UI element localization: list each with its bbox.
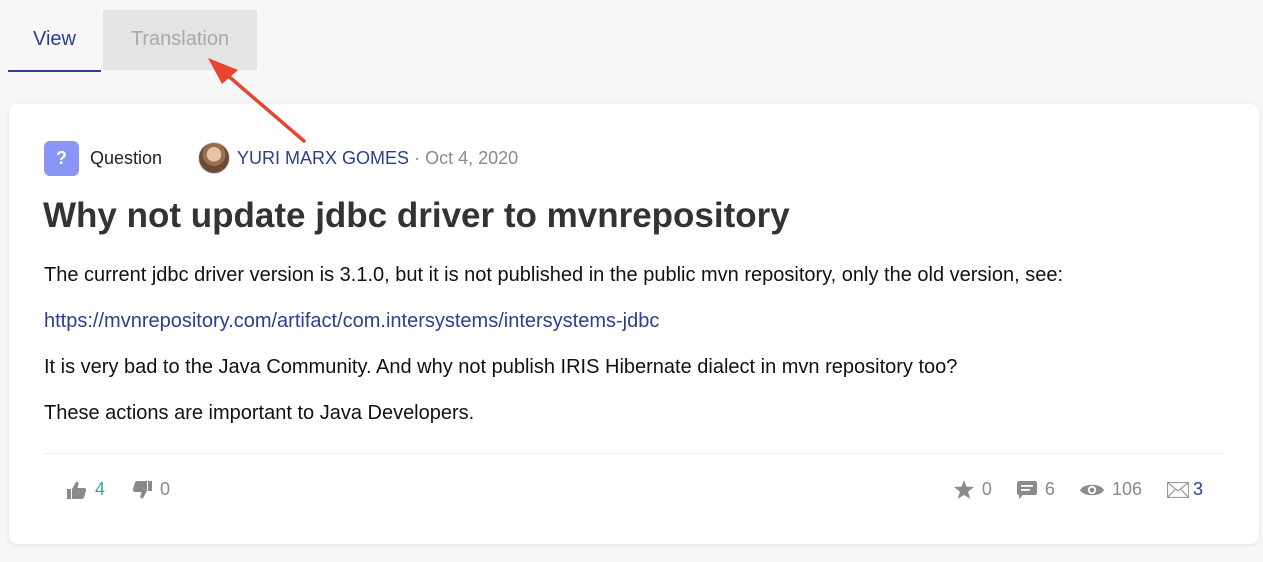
bookmark-count: 0 <box>981 479 992 499</box>
like-button[interactable]: 4 <box>67 479 105 500</box>
like-count: 4 <box>95 479 106 499</box>
question-icon: ? <box>44 140 79 176</box>
divider <box>44 453 1224 454</box>
mvnrepository-link[interactable]: https://mvnrepository.com/artifact/com.i… <box>44 310 659 332</box>
eye-icon <box>1079 482 1104 498</box>
author-link[interactable]: YURI MARX GOMES <box>237 148 409 169</box>
subscriber-count: 3 <box>1192 479 1203 499</box>
view-count: 106 <box>1111 479 1142 499</box>
comment-icon <box>1016 480 1037 499</box>
bookmark-button[interactable]: 0 <box>953 479 992 500</box>
comment-count: 6 <box>1044 479 1055 499</box>
post-type-label: Question <box>90 147 163 168</box>
avatar[interactable] <box>198 142 231 174</box>
post-meta: ? Question YURI MARX GOMES · Oct 4, 2020 <box>44 140 518 176</box>
post-date: · Oct 4, 2020 <box>414 147 519 168</box>
dislike-button[interactable]: 0 <box>132 479 170 500</box>
post-title: Why not update jdbc driver to mvnreposit… <box>43 196 790 235</box>
page: View Translation ? Question YURI MARX GO… <box>0 0 1263 562</box>
subscribe-button[interactable]: 3 <box>1166 479 1203 500</box>
tab-bar: View Translation <box>8 10 257 72</box>
thumbs-up-icon <box>67 481 87 499</box>
tab-translation[interactable]: Translation <box>103 10 257 70</box>
envelope-icon <box>1166 481 1189 498</box>
vote-actions: 4 0 <box>67 479 170 500</box>
star-icon <box>953 480 974 499</box>
comments-button[interactable]: 6 <box>1016 479 1055 500</box>
thumbs-down-icon <box>132 480 153 499</box>
views-stat: 106 <box>1079 479 1142 500</box>
dislike-count: 0 <box>160 479 171 499</box>
tab-view[interactable]: View <box>8 10 101 72</box>
paragraph: It is very bad to the Java Community. An… <box>44 356 958 378</box>
paragraph: These actions are important to Java Deve… <box>44 402 475 424</box>
post-card: ? Question YURI MARX GOMES · Oct 4, 2020… <box>9 104 1259 544</box>
post-stats: 0 6 106 3 <box>953 479 1203 500</box>
paragraph: The current jdbc driver version is 3.1.0… <box>44 264 1064 286</box>
post-body: The current jdbc driver version is 3.1.0… <box>44 263 1224 447</box>
